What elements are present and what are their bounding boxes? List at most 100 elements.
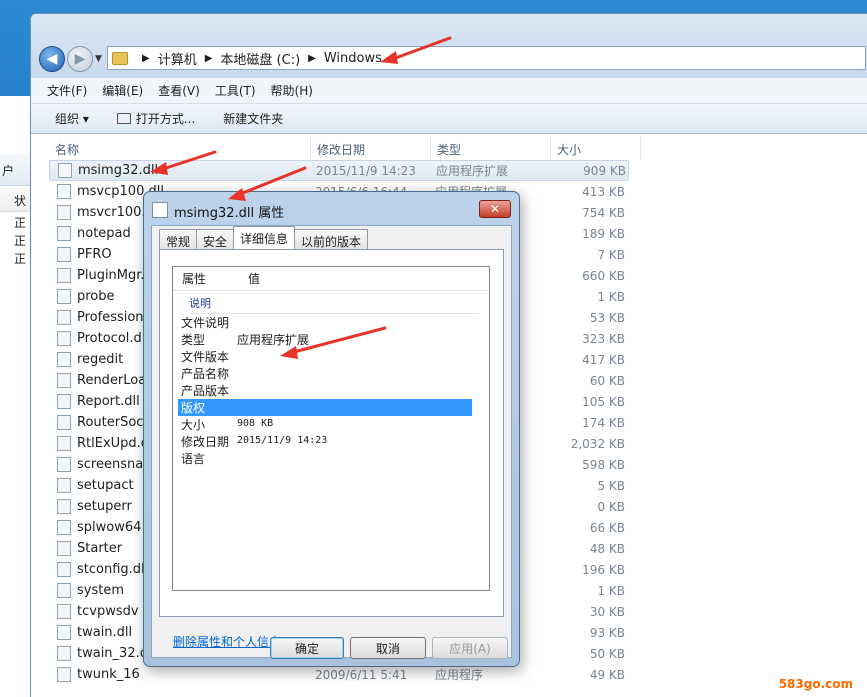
- file-size: 30 KB: [589, 604, 625, 619]
- tab-general[interactable]: 常规: [159, 229, 198, 249]
- file-size: 2,032 KB: [570, 436, 625, 451]
- dialog-title: msimg32.dll 属性: [174, 206, 285, 221]
- file-size: 93 KB: [589, 625, 625, 640]
- file-size: 189 KB: [582, 226, 625, 241]
- file-icon: [57, 604, 71, 619]
- watermark: 583go.com: [778, 677, 853, 691]
- column-size[interactable]: 大小: [551, 137, 641, 159]
- file-size: 323 KB: [582, 331, 625, 346]
- tab-security[interactable]: 安全: [196, 229, 235, 249]
- file-name: msimg32.dll: [78, 163, 159, 178]
- file-size: 754 KB: [582, 205, 625, 220]
- property-row[interactable]: 产品版本: [173, 382, 489, 399]
- address-bar[interactable]: ▶ 计算机 ▶ 本地磁盘 (C:) ▶ Windows ▶: [107, 46, 866, 70]
- property-row[interactable]: 类型 应用程序扩展: [173, 331, 489, 348]
- property-header: 属性 值: [173, 267, 489, 291]
- file-size: 660 KB: [582, 268, 625, 283]
- breadcrumb-windows[interactable]: Windows: [324, 51, 382, 66]
- file-icon: [57, 184, 71, 199]
- column-type[interactable]: 类型: [431, 137, 551, 159]
- property-row[interactable]: 文件说明: [173, 314, 489, 331]
- breadcrumb-computer[interactable]: 计算机: [158, 49, 197, 68]
- file-icon: [57, 310, 71, 325]
- file-icon: [57, 205, 71, 220]
- property-row[interactable]: 修改日期 2015/11/9 14:23: [173, 433, 489, 450]
- column-name[interactable]: 名称: [49, 137, 311, 159]
- breadcrumb-drive[interactable]: 本地磁盘 (C:): [220, 49, 300, 68]
- file-icon: [57, 583, 71, 598]
- file-icon: [152, 202, 168, 218]
- header-value[interactable]: 值: [239, 270, 260, 287]
- file-icon: [57, 667, 71, 682]
- file-icon: [57, 541, 71, 556]
- menu-tools[interactable]: 工具(T): [215, 82, 256, 99]
- file-size: 48 KB: [589, 541, 625, 556]
- property-row[interactable]: 大小 908 KB: [173, 416, 489, 433]
- chevron-right-icon[interactable]: ▶: [390, 53, 398, 64]
- property-list[interactable]: 属性 值 说明 文件说明类型 应用程序扩展 文件版本 产品名称 产品版本 版权 大小 908 …: [172, 266, 490, 591]
- open-with-label: 打开方式...: [135, 112, 196, 126]
- file-row[interactable]: msimg32.dll 2015/11/9 14:23 应用程序扩展 909 KB: [49, 160, 629, 181]
- menu-file[interactable]: 文件(F): [47, 82, 87, 99]
- property-value: 908 KB: [237, 418, 274, 429]
- cancel-button[interactable]: 取消: [350, 637, 426, 659]
- chevron-right-icon[interactable]: ▶: [308, 53, 316, 64]
- close-button[interactable]: ✕: [479, 200, 511, 218]
- menu-edit[interactable]: 编辑(E): [102, 82, 143, 99]
- file-icon: [57, 415, 71, 430]
- back-button[interactable]: ◀: [39, 46, 65, 72]
- property-row[interactable]: 产品名称: [173, 365, 489, 382]
- file-size: 174 KB: [582, 415, 625, 430]
- new-folder-button[interactable]: 新建文件夹: [223, 110, 283, 127]
- arrow-left-icon: ◀: [46, 51, 58, 67]
- apply-button[interactable]: 应用(A): [432, 637, 508, 659]
- property-value: 2015/11/9 14:23: [237, 435, 328, 446]
- property-name: 修改日期: [181, 435, 230, 449]
- column-date[interactable]: 修改日期: [311, 137, 431, 159]
- property-value: 应用程序扩展: [237, 333, 310, 347]
- column-header: 名称 修改日期 类型 大小: [49, 137, 867, 159]
- property-row[interactable]: 文件版本: [173, 348, 489, 365]
- organize-button[interactable]: 组织 ▾: [55, 110, 89, 127]
- file-name: twunk_16: [77, 667, 140, 682]
- property-name: 文件版本: [181, 350, 230, 364]
- remove-properties-link[interactable]: 删除属性和个人信息: [173, 633, 281, 650]
- file-date: 2015/11/9 14:23: [316, 163, 416, 178]
- open-with-button[interactable]: 打开方式...: [116, 110, 196, 127]
- file-icon: [57, 373, 71, 388]
- file-row[interactable]: twunk_16 2009/6/11 5:41 应用程序 49 KB: [49, 664, 629, 685]
- menu-help[interactable]: 帮助(H): [271, 82, 313, 99]
- file-size: 5 KB: [597, 478, 625, 493]
- tab-details[interactable]: 详细信息: [233, 226, 296, 249]
- file-size: 53 KB: [589, 310, 625, 325]
- menu-view[interactable]: 查看(V): [158, 82, 200, 99]
- property-row[interactable]: 语言: [173, 450, 489, 467]
- group-description: 说明: [189, 295, 479, 314]
- forward-button[interactable]: ▶: [67, 46, 93, 72]
- arrow-right-icon: ▶: [74, 51, 86, 67]
- chevron-right-icon[interactable]: ▶: [205, 53, 213, 64]
- file-icon: [57, 289, 71, 304]
- file-icon: [57, 562, 71, 577]
- file-size: 413 KB: [582, 184, 625, 199]
- recent-pages-dropdown[interactable]: ▼: [95, 54, 102, 64]
- file-size: 909 KB: [583, 163, 626, 178]
- property-row[interactable]: 版权: [178, 399, 472, 416]
- file-type: 应用程序: [435, 668, 484, 682]
- file-icon: [57, 625, 71, 640]
- chevron-right-icon[interactable]: ▶: [142, 53, 150, 64]
- property-name: 类型: [181, 333, 206, 347]
- file-size: 49 KB: [589, 667, 625, 682]
- property-name: 文件说明: [181, 316, 230, 330]
- header-property[interactable]: 属性: [173, 270, 206, 287]
- details-panel: 属性 值 说明 文件说明类型 应用程序扩展 文件版本 产品名称 产品版本 版权 大小 908 …: [159, 249, 504, 649]
- file-icon: [57, 268, 71, 283]
- file-size: 66 KB: [589, 520, 625, 535]
- file-date: 2009/6/11 5:41: [315, 667, 408, 682]
- file-size: 7 KB: [597, 247, 625, 262]
- ok-button[interactable]: 确定: [270, 637, 344, 659]
- window-icon: [116, 113, 131, 124]
- file-icon: [57, 247, 71, 262]
- tab-previous-versions[interactable]: 以前的版本: [294, 229, 369, 249]
- file-size: 417 KB: [582, 352, 625, 367]
